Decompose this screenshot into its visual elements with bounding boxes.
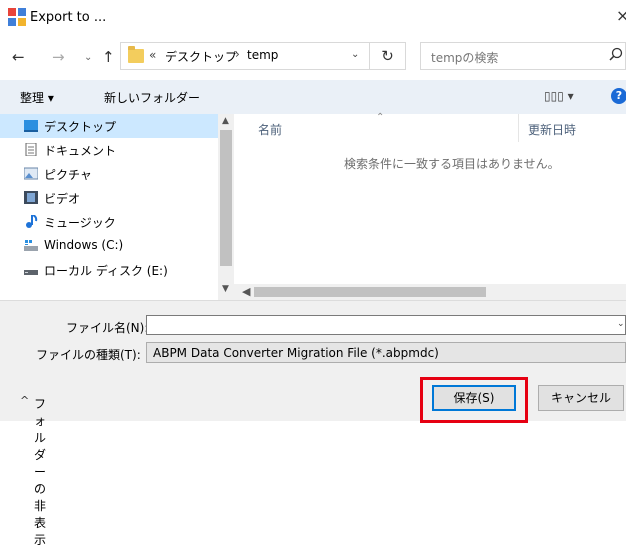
sidebar-item-documents[interactable]: ドキュメント [0, 138, 218, 162]
breadcrumb-desktop[interactable]: デスクトップ [165, 48, 237, 65]
sidebar-item-label: ビデオ [44, 192, 81, 206]
file-list: ⌃ 名前 更新日時 検索条件に一致する項目はありません。 ◀ [234, 112, 626, 300]
scroll-thumb[interactable] [254, 287, 486, 297]
sidebar-item-label: ミュージック [44, 216, 116, 230]
sidebar-item-label: ローカル ディスク (E:) [44, 264, 168, 278]
drive-c-icon [24, 240, 38, 251]
app-icon [8, 8, 26, 26]
column-header-name[interactable]: 名前 [258, 121, 282, 138]
navigation-scrollbar[interactable]: ▲ ▼ [218, 114, 234, 300]
address-bar[interactable]: « デスクトップ › temp ⌄ [120, 42, 370, 70]
view-options-button[interactable]: ▯▯▯ ▾ [544, 89, 574, 103]
drive-e-icon [24, 270, 38, 275]
breadcrumb-temp[interactable]: temp [247, 48, 278, 62]
recent-locations-icon[interactable]: ⌄ [84, 52, 92, 63]
new-folder-button[interactable]: 新しいフォルダー [104, 89, 200, 106]
organize-menu-button[interactable]: 整理 ▾ [20, 89, 54, 106]
filename-dropdown-icon[interactable]: ⌄ [617, 319, 625, 329]
empty-message: 検索条件に一致する項目はありません。 [344, 157, 560, 171]
document-icon [25, 143, 37, 156]
sidebar-item-label: ドキュメント [44, 144, 117, 158]
back-button[interactable]: ← [12, 48, 25, 66]
video-icon [24, 191, 38, 204]
sidebar-item-drive-e[interactable]: ローカル ディスク (E:) [0, 258, 218, 282]
pictures-icon [24, 167, 38, 180]
save-button[interactable]: 保存(S) [432, 385, 516, 411]
music-icon [26, 215, 38, 228]
sidebar-item-desktop[interactable]: デスクトップ [0, 114, 218, 138]
title-bar: Export to ... × [0, 0, 626, 38]
scroll-thumb[interactable] [220, 130, 232, 266]
sidebar-item-label: Windows (C:) [44, 238, 124, 252]
refresh-button[interactable]: ↻ [370, 42, 406, 70]
sort-ascending-icon: ⌃ [376, 112, 385, 123]
window-title: Export to ... [30, 10, 107, 25]
folder-icon [128, 46, 144, 63]
desktop-icon [24, 120, 38, 132]
hide-folders-label: フォルダーの非表示 [34, 397, 47, 547]
command-toolbar: 整理 ▾ 新しいフォルダー ▯▯▯ ▾ ? [0, 80, 626, 114]
filetype-label: ファイルの種類(T): [36, 348, 141, 362]
column-divider[interactable] [518, 114, 519, 142]
save-options-panel: ファイル名(N): ⌄ ファイルの種類(T): ABPM Data Conver… [0, 300, 626, 547]
sidebar-item-label: デスクトップ [44, 120, 117, 134]
search-input[interactable]: tempの検索 [420, 42, 626, 70]
filetype-value: ABPM Data Converter Migration File (*.ab… [153, 346, 439, 360]
sidebar-item-label: ピクチャ [44, 168, 92, 182]
breadcrumb-separator-icon[interactable]: › [235, 47, 240, 61]
help-icon[interactable]: ? [611, 88, 626, 104]
forward-button[interactable]: → [52, 48, 65, 66]
chevron-up-icon: ^ [20, 394, 30, 407]
filetype-select[interactable]: ABPM Data Converter Migration File (*.ab… [146, 342, 626, 363]
filename-input[interactable]: ⌄ [146, 315, 626, 335]
sidebar-item-pictures[interactable]: ピクチャ [0, 162, 218, 186]
horizontal-scrollbar[interactable]: ◀ [234, 284, 626, 300]
search-icon[interactable] [609, 47, 623, 61]
navigation-pane: デスクトップ ドキュメント ピクチャ ビデオ ミュージック Windows (C… [0, 114, 234, 300]
sidebar-item-videos[interactable]: ビデオ [0, 186, 218, 210]
scroll-left-icon[interactable]: ◀ [242, 285, 250, 298]
column-header-date[interactable]: 更新日時 [528, 121, 576, 138]
up-button[interactable]: ↑ [102, 48, 115, 66]
breadcrumb-overflow-icon[interactable]: « [149, 48, 156, 62]
scroll-up-icon[interactable]: ▲ [222, 116, 229, 126]
sidebar-item-drive-c[interactable]: Windows (C:) [0, 234, 218, 258]
scroll-down-icon[interactable]: ▼ [222, 284, 229, 294]
sidebar-item-music[interactable]: ミュージック [0, 210, 218, 234]
filename-label: ファイル名(N): [66, 321, 149, 335]
search-placeholder: tempの検索 [431, 51, 499, 65]
cancel-button[interactable]: キャンセル [538, 385, 624, 411]
close-icon[interactable]: × [616, 6, 626, 25]
address-dropdown-icon[interactable]: ⌄ [351, 49, 359, 60]
